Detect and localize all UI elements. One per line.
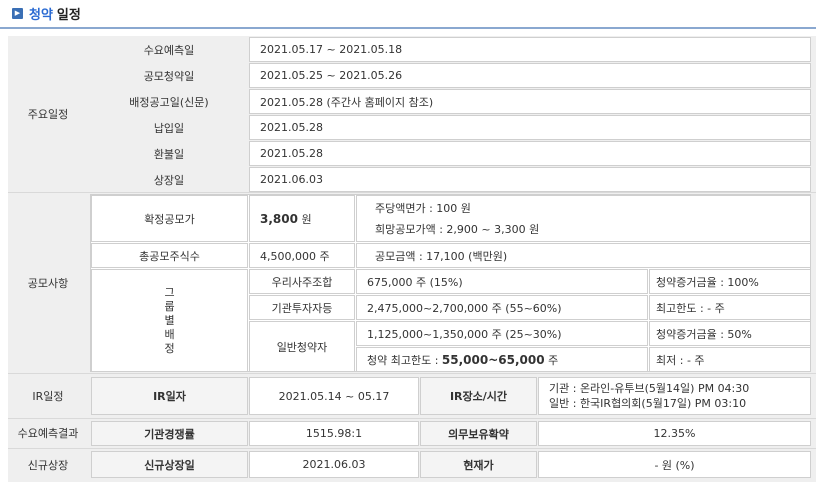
arrow-right-icon: ▶: [12, 7, 23, 19]
retail-label: 일반청약자: [249, 321, 355, 372]
lockup-label: 의무보유확약: [420, 421, 537, 446]
listing-date-label: 신규상장일: [91, 451, 248, 478]
employee-value: 675,000 주 (15%): [356, 269, 648, 294]
schedule-label-listing: 상장일: [90, 167, 248, 192]
group-allocation-label: 그 룹 별 배 정: [91, 269, 248, 372]
section-divider: [8, 448, 816, 449]
ir-label: IR일정: [8, 374, 88, 417]
schedule-value-listing: 2021.06.03: [249, 167, 811, 192]
institution-note: 최고한도 : - 주: [649, 295, 811, 320]
employee-note: 청약증거금율 : 100%: [649, 269, 811, 294]
retail-note: 청약증거금율 : 50%: [649, 321, 811, 346]
group-label-char: 정: [164, 341, 175, 355]
schedule-value-payment: 2021.05.28: [249, 115, 811, 140]
demand-result-label: 수요예측결과: [8, 419, 88, 447]
group-label-char: 그: [164, 285, 175, 299]
schedule-label-subscription: 공모청약일: [90, 63, 248, 88]
ir-place-value: 기관 : 온라인-유투브(5월14일) PM 04:30 일반 : 한국IR협의…: [538, 377, 811, 415]
current-price-label: 현재가: [420, 451, 537, 478]
retail-value: 1,125,000~1,350,000 주 (25~30%): [356, 321, 648, 346]
price-details: 주당액면가 : 100 원 희망공모가액 : 2,900 ~ 3,300 원: [356, 195, 811, 242]
ir-place-line1: 기관 : 온라인-유투브(5월14일) PM 04:30: [549, 382, 750, 395]
desired-price: 희망공모가액 : 2,900 ~ 3,300 원: [375, 222, 540, 236]
schedule-value-subscription: 2021.05.25 ~ 2021.05.26: [249, 63, 811, 88]
schedule-label-refund: 환불일: [90, 141, 248, 166]
final-price-value: 3,800 원: [249, 195, 355, 242]
page-title-text: 일정: [56, 7, 81, 23]
competition-label: 기관경쟁률: [91, 421, 248, 446]
ir-place-label: IR장소/시간: [420, 377, 537, 415]
total-shares-label: 총공모주식수: [91, 243, 248, 268]
new-listing-label: 신규상장: [8, 449, 88, 480]
retail-max-limit-unit: 주: [548, 353, 559, 367]
group-label-char: 룹: [164, 299, 175, 313]
ir-place-line2: 일반 : 한국IR협의회(5월17일) PM 03:10: [549, 397, 747, 410]
page-title: ▶ 청약 일정: [12, 3, 81, 23]
listing-date-value: 2021.06.03: [249, 451, 419, 478]
offering-label: 공모사항: [8, 193, 88, 372]
final-price-unit: 원: [301, 212, 312, 226]
offering-amount: 공모금액 : 17,100 (백만원): [356, 243, 811, 268]
retail-min-note: 최저 : - 주: [649, 347, 811, 372]
par-value: 주당액면가 : 100 원: [375, 201, 471, 215]
schedule-value-refund: 2021.05.28: [249, 141, 811, 166]
schedule-value-demand-forecast: 2021.05.17 ~ 2021.05.18: [249, 37, 811, 62]
total-shares-value: 4,500,000 주: [249, 243, 355, 268]
retail-max-limit: 청약 최고한도 : 55,000~65,000 주: [356, 347, 648, 372]
employee-label: 우리사주조합: [249, 269, 355, 294]
retail-max-limit-prefix: 청약 최고한도 :: [367, 353, 439, 367]
group-label-char: 배: [164, 327, 175, 341]
schedule-value-allotment: 2021.05.28 (주간사 홈페이지 참조): [249, 89, 811, 114]
section-divider: [8, 192, 816, 193]
section-divider: [8, 418, 816, 419]
schedule-label-allotment: 배정공고일(신문): [90, 89, 248, 114]
schedule-label-demand-forecast: 수요예측일: [90, 37, 248, 62]
retail-max-limit-value: 55,000~65,000: [441, 352, 545, 367]
section-divider: [8, 373, 816, 374]
institution-label: 기관투자자등: [249, 295, 355, 320]
competition-value: 1515.98:1: [249, 421, 419, 446]
institution-value: 2,475,000~2,700,000 주 (55~60%): [356, 295, 648, 320]
final-price-number: 3,800: [260, 211, 298, 226]
final-price-label: 확정공모가: [91, 195, 248, 242]
title-divider: [0, 27, 816, 29]
page-title-accent: 청약: [29, 7, 53, 23]
schedule-label-payment: 납입일: [90, 115, 248, 140]
ir-date-label: IR일자: [91, 377, 248, 415]
main-schedule-label: 주요일정: [8, 36, 88, 191]
current-price-value: - 원 (%): [538, 451, 811, 478]
group-label-char: 별: [164, 313, 175, 327]
lockup-value: 12.35%: [538, 421, 811, 446]
ir-date-value: 2021.05.14 ~ 05.17: [249, 377, 419, 415]
